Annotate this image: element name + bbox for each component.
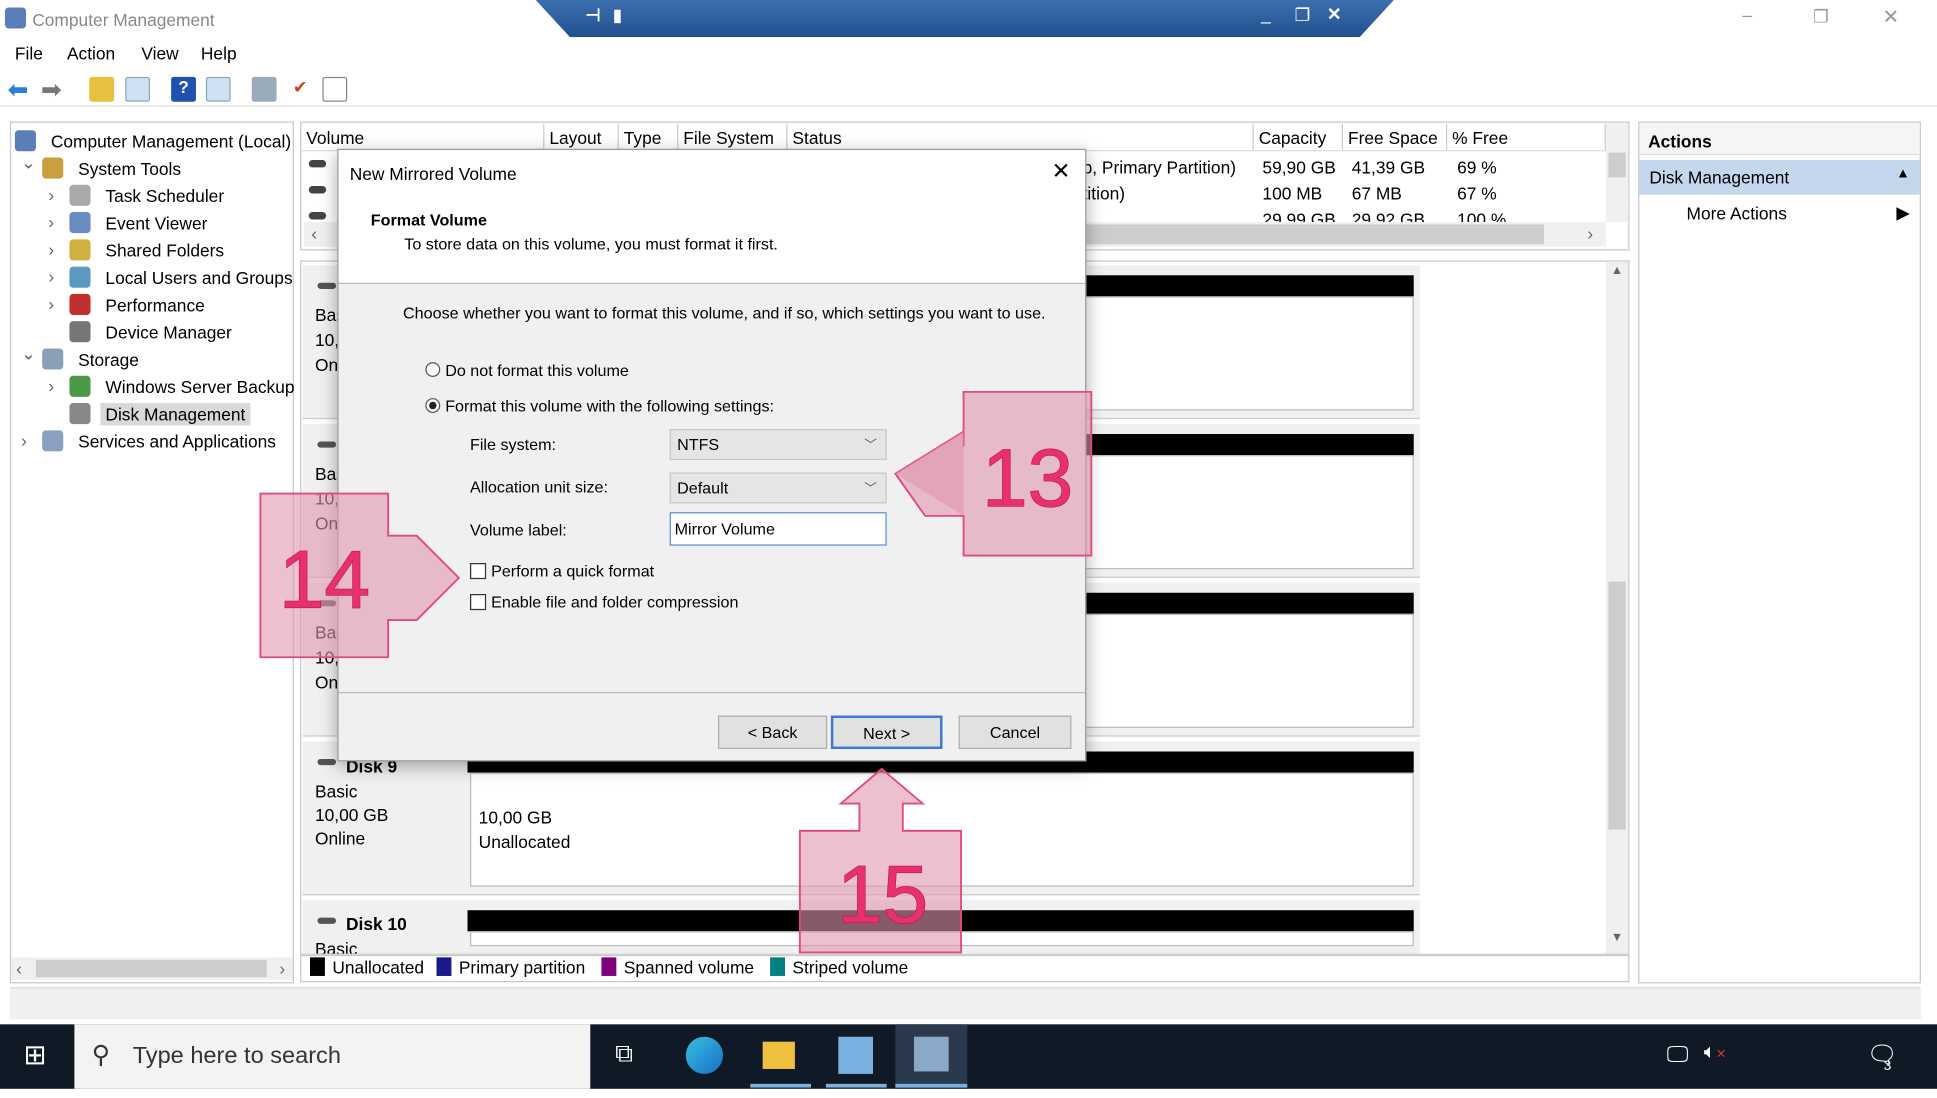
annotation-14-number: 14: [279, 535, 370, 626]
annotation-13: 13: [894, 390, 1093, 557]
annotation-13-number: 13: [982, 433, 1073, 524]
annotation-15: 15: [798, 767, 963, 954]
annotation-14: 14: [259, 492, 461, 659]
annotation-15-number: 15: [837, 850, 928, 941]
step-annotations: 13 14 15: [259, 390, 1093, 954]
